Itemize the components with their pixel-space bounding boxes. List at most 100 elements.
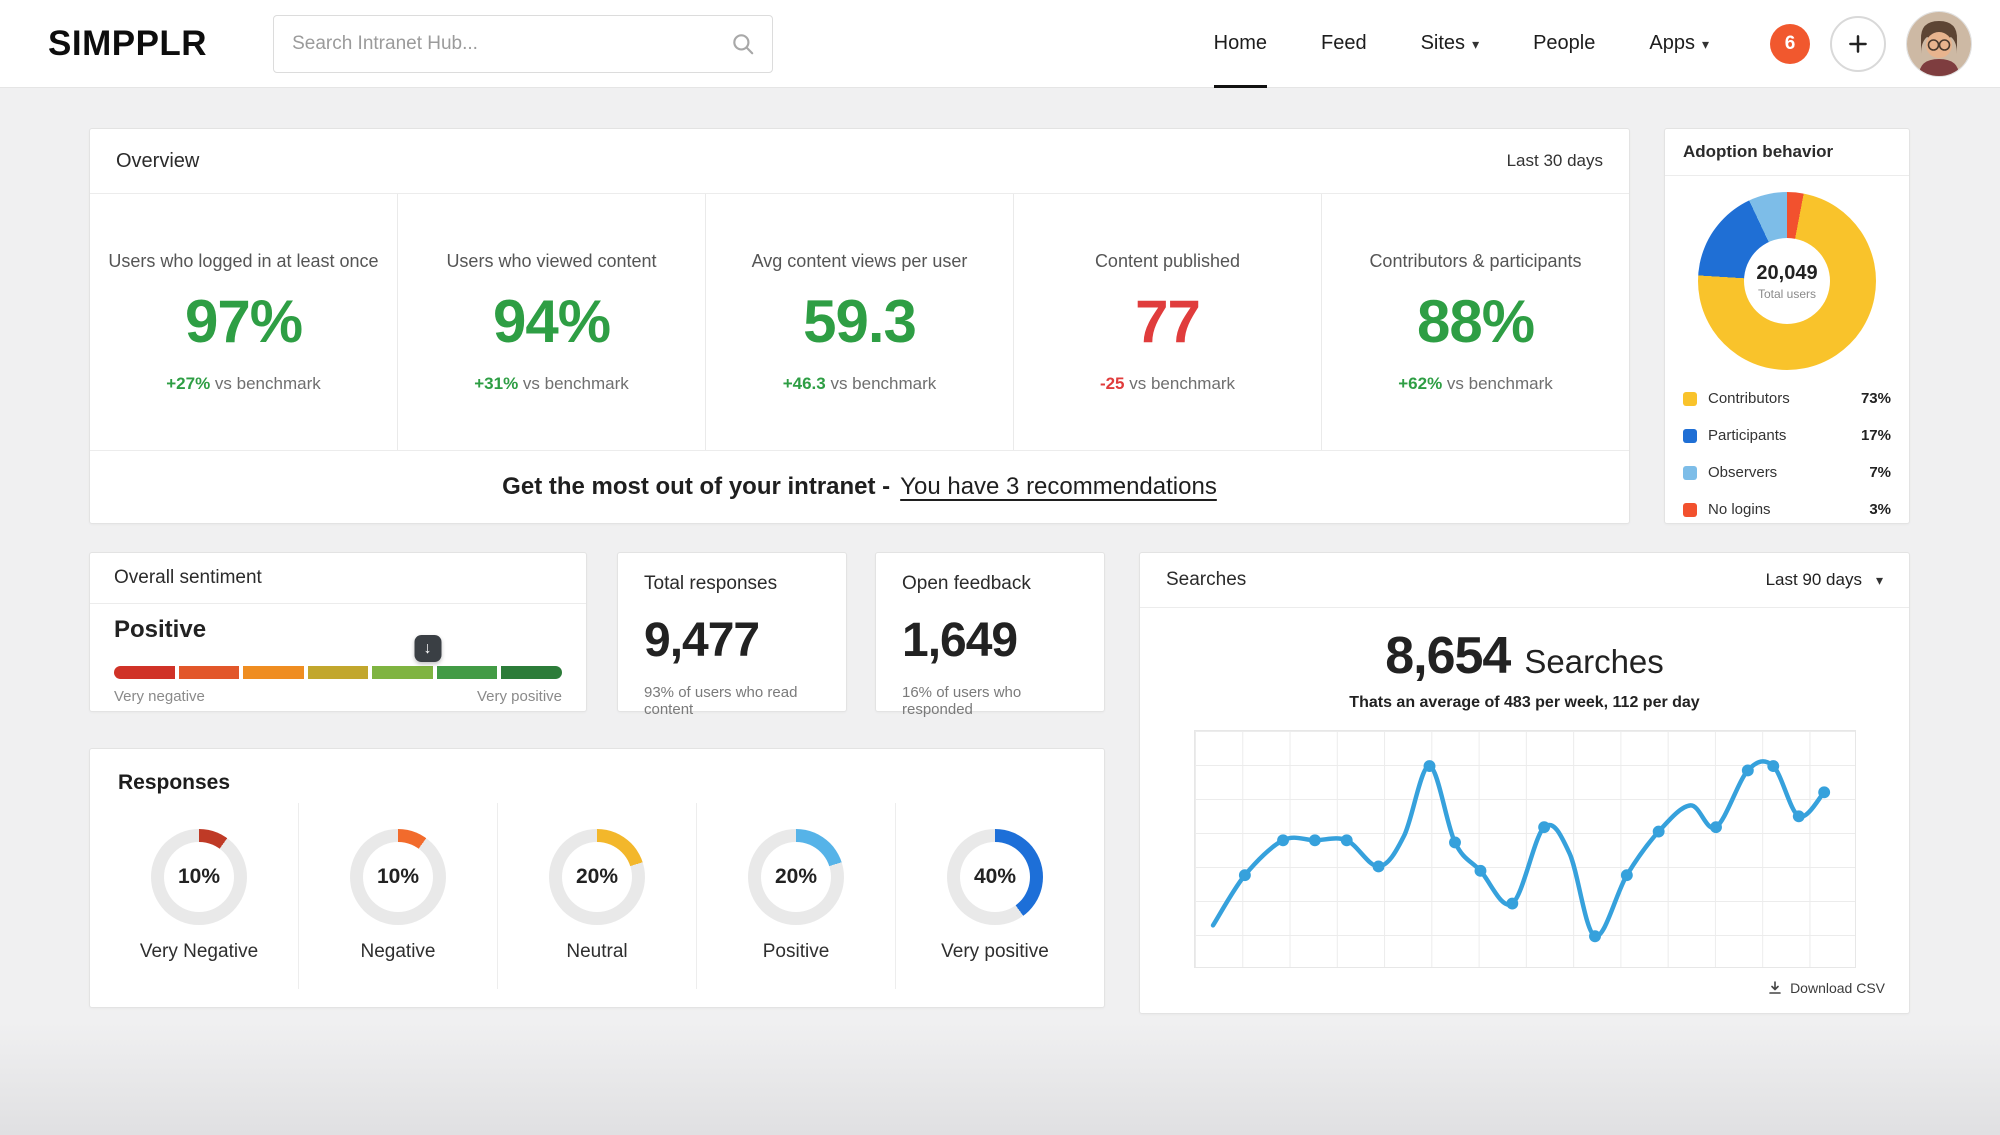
sentiment-bar-segment: [372, 666, 433, 679]
search-input[interactable]: [290, 31, 731, 56]
total-responses-title: Total responses: [644, 573, 778, 594]
adoption-donut-wrap: 20,049 Total users: [1698, 192, 1876, 370]
metric-label: Content published: [1094, 250, 1241, 271]
nav-item[interactable]: Sites ▾: [1421, 0, 1480, 88]
legend-percent: 7%: [1869, 464, 1891, 481]
nav-item-label: Apps: [1649, 32, 1695, 54]
overview-metrics: Users who logged in at least once 97% +2…: [90, 194, 1629, 450]
gauge-label: Positive: [762, 941, 830, 962]
legend-percent: 3%: [1869, 501, 1891, 518]
gauge-ring-hole: 10%: [164, 842, 234, 912]
open-feedback-card: Open feedback 1,649 16% of users who res…: [875, 552, 1105, 718]
legend-percent: 73%: [1860, 390, 1891, 407]
legend-percent: 17%: [1860, 427, 1891, 444]
gauge-ring: 20%: [549, 829, 645, 925]
gauge-ring-hole: 10%: [363, 842, 433, 912]
legend-label: Participants: [1708, 427, 1787, 444]
sentiment-bar-segment: [114, 666, 175, 679]
searches-title: Searches: [1166, 569, 1247, 590]
legend-label: Observers: [1708, 464, 1778, 481]
gauge-percent: 20%: [575, 865, 619, 888]
total-users-label: Total users: [1757, 286, 1817, 301]
metric-delta-suffix: vs benchmark: [825, 373, 937, 393]
metric-delta-suffix: vs benchmark: [210, 373, 321, 393]
gauge-percent: 10%: [376, 865, 420, 888]
legend-swatch: [1683, 391, 1697, 406]
searches-card-header: Searches Last 90 days ▾: [1140, 553, 1909, 608]
legend-label: Contributors: [1708, 390, 1790, 407]
legend-item: Contributors 73%: [1683, 380, 1891, 417]
legend-item: Participants 17%: [1683, 417, 1891, 454]
open-feedback-title: Open feedback: [902, 573, 1031, 594]
sentiment-bar-segment: [501, 666, 563, 679]
recommendation-link[interactable]: You have 3 recommendations: [900, 473, 1217, 501]
overview-metric: Avg content views per user 59.3 +46.3 vs…: [705, 194, 1013, 450]
legend-item: No logins 3%: [1683, 491, 1891, 528]
nav-item[interactable]: Feed: [1321, 0, 1367, 88]
searches-count-suffix: Searches: [1524, 643, 1664, 680]
metric-delta-suffix: vs benchmark: [1124, 373, 1236, 393]
chevron-down-icon: ▾: [1875, 572, 1883, 588]
responses-card: Responses 10% Very Negative 10% Negative…: [89, 748, 1105, 1008]
overview-metric: Users who viewed content 94% +31% vs ben…: [397, 194, 705, 450]
metric-delta-value: +27%: [166, 373, 211, 393]
legend-swatch: [1683, 428, 1697, 443]
avatar[interactable]: [1906, 10, 1972, 77]
metric-label: Contributors & participants: [1369, 250, 1582, 271]
gauge-ring-hole: 20%: [562, 842, 632, 912]
download-csv-button[interactable]: Download CSV: [1140, 968, 1909, 996]
searches-period-dropdown[interactable]: Last 90 days ▾: [1766, 570, 1883, 590]
logo[interactable]: SIMPPLR: [48, 24, 207, 64]
searches-line-svg: [1210, 759, 1830, 943]
metric-delta: +62% vs benchmark: [1334, 374, 1617, 394]
gauge-ring: 10%: [151, 829, 247, 925]
notifications-badge[interactable]: 6: [1770, 23, 1810, 64]
page: SIMPPLR Home Feed Sites ▾ People Apps ▾ …: [0, 0, 2000, 1135]
response-gauge: 10% Negative: [298, 803, 497, 989]
sentiment-marker: ↓: [414, 635, 442, 662]
sentiment-bar-segment: [436, 666, 498, 679]
nav-item[interactable]: People: [1533, 0, 1595, 88]
gauge-percent: 20%: [774, 865, 818, 888]
header: SIMPPLR Home Feed Sites ▾ People Apps ▾ …: [0, 0, 2000, 88]
legend-swatch: [1683, 502, 1697, 517]
add-button[interactable]: [1830, 15, 1886, 72]
metric-label: Users who logged in at least once: [108, 250, 379, 271]
overview-period: Last 30 days: [1506, 151, 1603, 170]
chevron-down-icon: ▾: [1472, 35, 1480, 52]
nav-item[interactable]: Home: [1213, 0, 1268, 88]
overview-metric: Users who logged in at least once 97% +2…: [90, 194, 397, 450]
nav-item[interactable]: Apps ▾: [1649, 0, 1709, 88]
response-gauge: 10% Very Negative: [100, 803, 298, 989]
metric-label: Users who viewed content: [446, 250, 657, 271]
overview-metric: Contributors & participants 88% +62% vs …: [1321, 194, 1629, 450]
gauge-label: Negative: [360, 941, 436, 962]
arrow-down-icon: ↓: [423, 639, 432, 657]
search-box: [273, 14, 774, 73]
download-csv-label: Download CSV: [1790, 980, 1885, 996]
metric-delta-value: +46.3: [782, 373, 826, 393]
search-icon[interactable]: [730, 31, 756, 57]
metric-delta-value: -25: [1099, 373, 1125, 393]
metric-value: 77: [1135, 287, 1201, 355]
searches-period-label: Last 90 days: [1765, 570, 1862, 589]
legend-label: No logins: [1708, 501, 1771, 518]
adoption-title: Adoption behavior: [1683, 142, 1834, 161]
overview-metric: Content published 77 -25 vs benchmark: [1013, 194, 1321, 450]
adoption-card-header: Adoption behavior: [1665, 129, 1909, 176]
legend-item: Observers 7%: [1683, 454, 1891, 491]
gauge-ring: 10%: [350, 829, 446, 925]
total-responses-card: Total responses 9,477 93% of users who r…: [617, 552, 847, 718]
sentiment-card: Overall sentiment Positive ↓ Very negati…: [89, 552, 587, 712]
gauge-ring: 20%: [748, 829, 844, 925]
metric-delta: +31% vs benchmark: [410, 374, 693, 394]
metric-delta: -25 vs benchmark: [1026, 374, 1309, 394]
metric-delta-suffix: vs benchmark: [518, 373, 629, 393]
adoption-legend: Contributors 73% Participants 17% Observ…: [1665, 378, 1909, 528]
gauge-label: Neutral: [566, 941, 628, 962]
recommendation-row: Get the most out of your intranet - You …: [90, 450, 1629, 523]
nav-item-label: People: [1533, 32, 1596, 54]
overview-card: Overview Last 30 days Users who logged i…: [89, 128, 1630, 524]
searches-chart: [1193, 730, 1856, 968]
nav-item-label: Home: [1213, 32, 1267, 54]
